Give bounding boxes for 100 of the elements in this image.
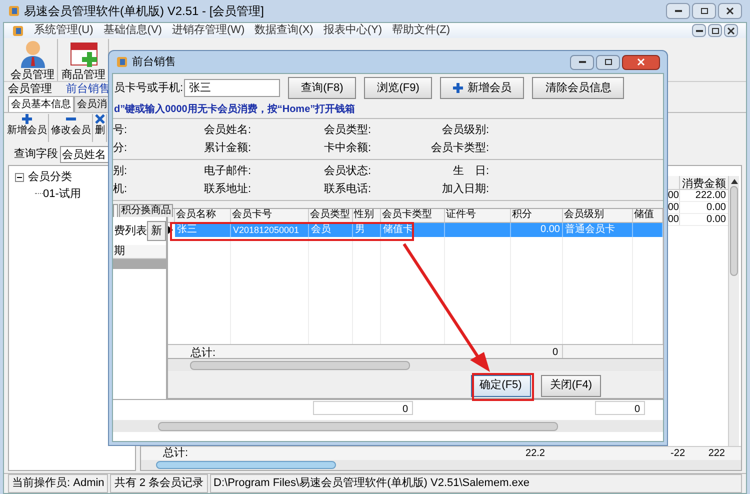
total-value: 0: [552, 346, 558, 358]
action-button[interactable]: 修改会员: [50, 114, 93, 142]
status-text: 共有 2 条会员记录: [110, 474, 208, 493]
scrollbar-thumb[interactable]: [158, 422, 558, 430]
new-button[interactable]: 新: [147, 221, 166, 241]
table-cell: 00: [668, 190, 679, 201]
highlight-box: [472, 373, 534, 401]
total-value: 0: [634, 403, 640, 414]
minimize-button[interactable]: [570, 54, 594, 70]
total-value: 0: [402, 403, 408, 414]
list-label: 费列表: [114, 224, 147, 239]
horizontal-scrollbar[interactable]: [113, 420, 663, 432]
field-label: 会员卡类型:: [430, 140, 489, 156]
total-value: 222: [707, 447, 725, 461]
menu-item[interactable]: 报表中心(Y): [323, 22, 382, 39]
expander-toggle[interactable]: [15, 172, 24, 182]
menu-item[interactable]: 基础信息(V): [103, 22, 162, 39]
menu-item[interactable]: 进销存管理(W): [172, 22, 245, 39]
close-icon: [637, 58, 645, 66]
app-icon: [8, 5, 20, 17]
table-cell: 储值卡: [383, 224, 413, 236]
field-label: 累计金额:: [202, 140, 251, 156]
close-icon: [727, 26, 735, 34]
table-cell: 00: [668, 214, 679, 225]
document-tab[interactable]: 前台销售: [66, 80, 110, 98]
toolbar-button[interactable]: 查询(F8): [288, 77, 356, 99]
row-pointer-icon: [168, 226, 173, 234]
table-cell: 普通会员卡: [565, 224, 615, 236]
column-header: 积分: [512, 209, 532, 221]
close-button[interactable]: [622, 54, 660, 70]
column-header: 会员卡类型: [382, 209, 432, 221]
tree-item[interactable]: 会员分类: [28, 169, 72, 186]
dialog-title: 前台销售: [132, 54, 177, 70]
field-label: 号:: [113, 122, 128, 138]
tree-item[interactable]: 01-试用: [43, 186, 81, 202]
table-cell: 00: [668, 202, 679, 213]
column-header: 会员类型: [310, 209, 350, 221]
cross-icon: [95, 114, 105, 124]
column-header: 消费金额: [681, 176, 727, 189]
total-value: -22: [670, 447, 685, 461]
field-label: 机:: [113, 182, 128, 197]
query-label: 查询字段: [14, 146, 58, 162]
field-label: 加入日期:: [440, 182, 489, 197]
maximize-button[interactable]: [596, 54, 620, 70]
maximize-button[interactable]: [708, 24, 722, 37]
vertical-scrollbar[interactable]: [728, 176, 739, 446]
maximize-button[interactable]: [692, 3, 716, 19]
field-label: 联系地址:: [202, 182, 251, 197]
tab[interactable]: 会员基本信息: [8, 96, 74, 112]
total-value: 22.2: [524, 447, 545, 461]
toolbar-button[interactable]: 浏览(F9): [364, 77, 432, 99]
document-tab[interactable]: 会员管理: [8, 80, 52, 98]
table-cell: 0.00: [706, 202, 726, 213]
menu-item[interactable]: 数据查询(X): [254, 22, 314, 39]
column-header: 储值: [634, 209, 654, 221]
total-label: 总计:: [189, 346, 217, 358]
column-header: 会员名称: [176, 209, 216, 221]
search-field[interactable]: 张三: [184, 79, 280, 97]
field-label: 电子邮件:: [202, 164, 251, 179]
close-dialog-button[interactable]: 关闭(F4): [540, 374, 601, 396]
table-cell: 张三: [177, 224, 197, 236]
field-label: 卡中余额:: [322, 140, 371, 156]
close-button[interactable]: [718, 3, 742, 19]
scrollbar-thumb[interactable]: [730, 186, 738, 276]
menu-item[interactable]: 系统管理(U): [34, 22, 94, 39]
field-label: 会员状态:: [322, 164, 371, 179]
column-header: 会员级别: [564, 209, 604, 221]
column-header: 会员卡号: [232, 209, 272, 221]
horizontal-scrollbar[interactable]: [168, 359, 663, 371]
plus-icon: [22, 114, 32, 124]
status-text: 当前操作员: Admin: [8, 474, 108, 493]
minimize-button[interactable]: [666, 3, 690, 19]
status-text: D:\Program Files\易速会员管理软件(单机版) V2.51\Salemem.exe: [210, 474, 742, 493]
close-button[interactable]: [724, 24, 738, 37]
field-label: 生 日:: [452, 164, 489, 179]
scrollbar-thumb[interactable]: [190, 360, 410, 370]
confirm-button[interactable]: 确定(F5): [470, 374, 531, 396]
scrollbar-thumb[interactable]: [156, 461, 336, 469]
action-button[interactable]: 新增会员: [6, 114, 49, 142]
toolbar-button[interactable]: 商品管理: [59, 39, 109, 81]
minimize-button[interactable]: [692, 24, 706, 37]
action-button[interactable]: 删: [94, 114, 107, 142]
menu-item[interactable]: 帮助文件(Z): [392, 22, 450, 39]
table-cell: 0.00: [540, 224, 560, 236]
column-header: 证件号: [446, 209, 476, 221]
toolbar-button[interactable]: 新增会员: [440, 77, 524, 99]
window-title: 易速会员管理软件(单机版) V2.51 - [会员管理]: [24, 3, 266, 20]
plus-icon: [453, 83, 464, 93]
table-cell: 222.00: [695, 190, 726, 201]
close-icon: [726, 7, 734, 15]
table-cell: V201812050001: [233, 224, 300, 236]
tab[interactable]: [113, 204, 118, 217]
up-arrow-icon[interactable]: [730, 179, 738, 184]
tab[interactable]: 会员消: [74, 96, 110, 112]
app-icon: [116, 56, 128, 68]
tab[interactable]: 积分换商品: [119, 204, 173, 217]
table-cell: 0.00: [706, 214, 726, 225]
toolbar-button[interactable]: 会员管理: [8, 39, 58, 81]
toolbar-button[interactable]: 清除会员信息: [532, 77, 624, 99]
horizontal-scrollbar[interactable]: [141, 460, 741, 470]
